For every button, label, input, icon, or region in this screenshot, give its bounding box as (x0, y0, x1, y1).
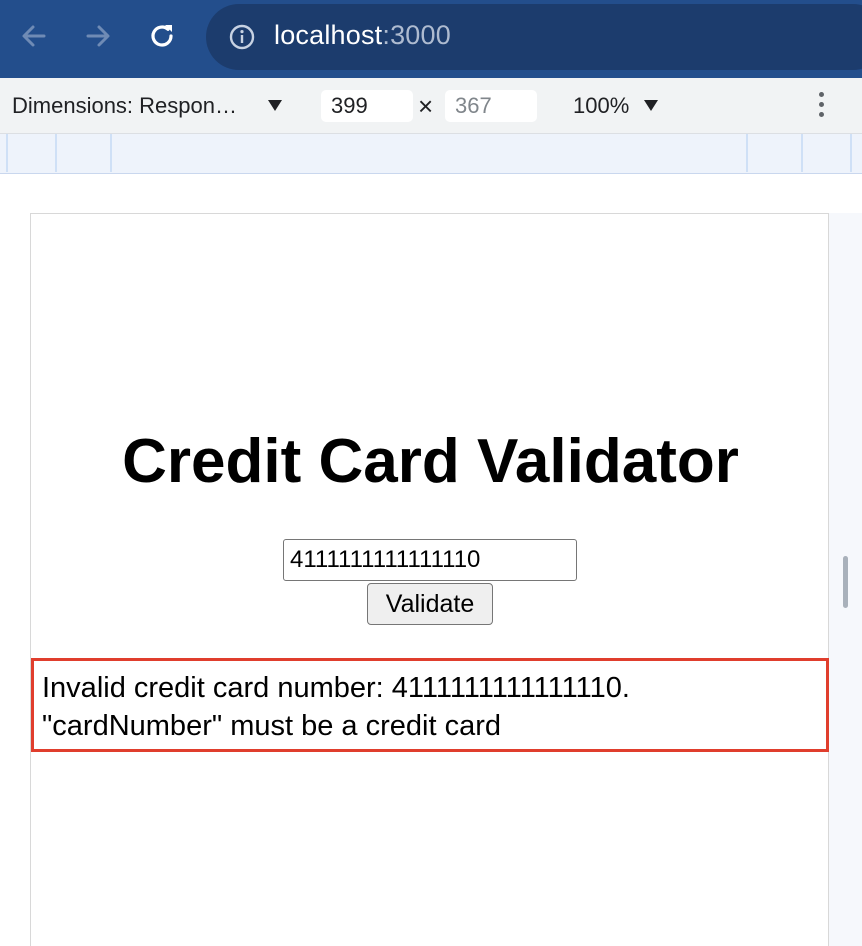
media-query-marker[interactable] (6, 134, 8, 172)
validate-button[interactable]: Validate (367, 583, 493, 625)
info-icon[interactable] (228, 23, 256, 51)
more-options-icon[interactable] (816, 92, 826, 120)
card-number-input[interactable] (283, 539, 577, 581)
media-query-marker[interactable] (746, 134, 748, 172)
media-query-marker[interactable] (55, 134, 57, 172)
forward-arrow-icon[interactable] (80, 18, 116, 54)
page-title: Credit Card Validator (122, 427, 739, 496)
address-url[interactable]: localhost:3000 (274, 20, 451, 51)
zoom-caret-icon[interactable] (644, 100, 658, 111)
viewport-height-input[interactable] (445, 90, 537, 122)
media-query-marker[interactable] (801, 134, 803, 172)
back-arrow-icon[interactable] (16, 18, 52, 54)
dimensions-dropdown[interactable]: Dimensions: Respon… (12, 93, 237, 119)
url-port: :3000 (382, 20, 451, 50)
device-toolbar: Dimensions: Respon… × 100% (0, 78, 862, 134)
error-message-line: Invalid credit card number: 411111111111… (42, 672, 630, 704)
resize-handle[interactable] (843, 556, 848, 608)
viewport-width-input[interactable] (321, 90, 413, 122)
media-query-marker[interactable] (110, 134, 112, 172)
error-message-box: Invalid credit card number: 411111111111… (31, 658, 829, 752)
browser-toolbar: localhost:3000 (0, 0, 862, 78)
page-viewport: Credit Card Validator Validate Invalid c… (30, 213, 829, 946)
media-query-bar[interactable] (0, 134, 862, 174)
error-message-detail: "cardNumber" must be a credit card (42, 710, 501, 742)
media-query-marker[interactable] (850, 134, 852, 172)
reload-icon[interactable] (144, 18, 180, 54)
dimensions-caret-icon[interactable] (268, 100, 282, 111)
url-host: localhost (274, 20, 383, 50)
times-separator: × (418, 91, 434, 121)
zoom-dropdown[interactable]: 100% (573, 93, 629, 119)
